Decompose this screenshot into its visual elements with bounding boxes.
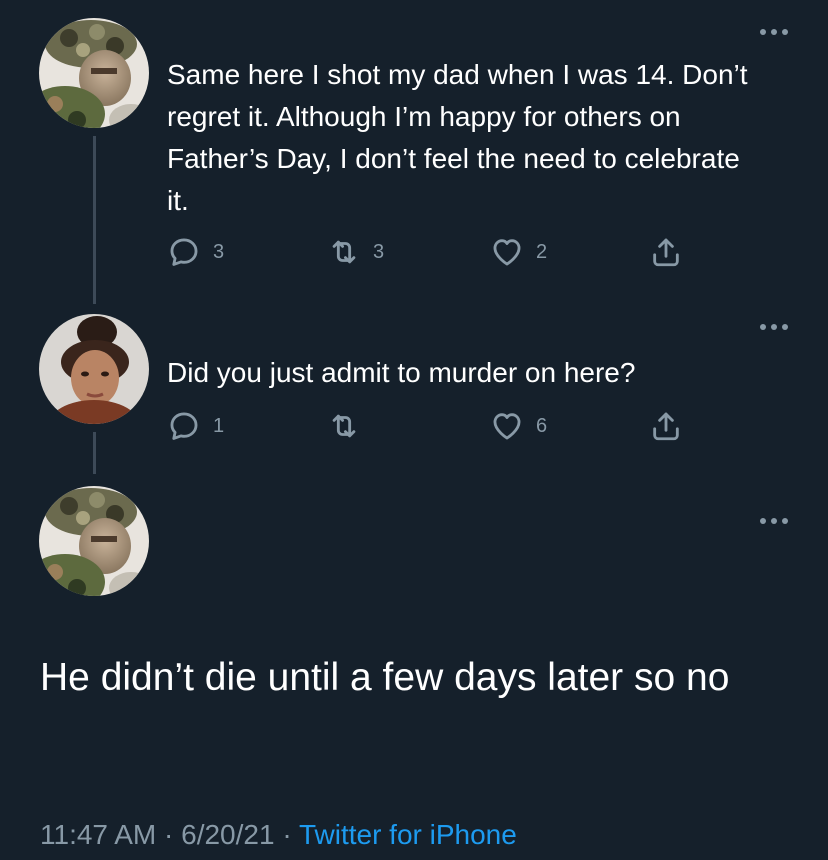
main-tweet-text: He didn’t die until a few days later so … xyxy=(40,656,730,699)
user-avatar-image xyxy=(39,314,149,424)
like-count: 2 xyxy=(536,240,548,263)
like-button[interactable]: 2 xyxy=(490,232,547,272)
avatar[interactable] xyxy=(39,314,149,424)
tweet-time: 11:47 AM xyxy=(40,819,157,850)
share-button[interactable] xyxy=(649,232,683,272)
reply-button[interactable]: 1 xyxy=(167,406,224,446)
tweet-text: Did you just admit to murder on here? xyxy=(167,357,636,388)
user-avatar-image xyxy=(39,486,149,596)
tweet-text: Same here I shot my dad when I was 14. D… xyxy=(167,59,748,216)
reply-icon xyxy=(170,412,198,440)
user-avatar-image xyxy=(39,18,149,128)
tweet-actions: 3 3 2 xyxy=(167,232,697,272)
like-count: 6 xyxy=(536,414,548,437)
reply-button[interactable]: 3 xyxy=(167,232,224,272)
retweet-count: 3 xyxy=(373,240,385,263)
share-icon xyxy=(653,238,679,267)
tweet-meta: 11:47 AM · 6/20/21 · Twitter for iPhone xyxy=(40,815,517,855)
more-icon[interactable] xyxy=(754,516,788,526)
reply-count: 3 xyxy=(213,240,225,263)
reply-icon xyxy=(170,238,198,266)
retweet-icon xyxy=(332,414,356,438)
retweet-button[interactable]: 3 xyxy=(327,232,384,272)
share-button[interactable] xyxy=(649,406,683,446)
share-icon xyxy=(653,412,679,441)
reply-count: 1 xyxy=(213,414,225,437)
tweet-actions: 1 6 xyxy=(167,406,697,446)
tweet-date: 6/20/21 xyxy=(181,819,275,850)
thread-line xyxy=(93,432,96,474)
more-icon[interactable] xyxy=(754,27,788,37)
like-button[interactable]: 6 xyxy=(490,406,547,446)
tweet-source-link[interactable]: Twitter for iPhone xyxy=(299,819,517,850)
avatar[interactable] xyxy=(39,18,149,128)
heart-icon xyxy=(493,239,521,266)
heart-icon xyxy=(493,413,521,440)
avatar[interactable] xyxy=(39,486,149,596)
more-icon[interactable] xyxy=(754,322,788,332)
meta-separator: · xyxy=(164,819,174,850)
retweet-button[interactable] xyxy=(327,406,373,446)
thread-line xyxy=(93,136,96,304)
meta-separator: · xyxy=(282,819,292,850)
retweet-icon xyxy=(332,240,356,264)
